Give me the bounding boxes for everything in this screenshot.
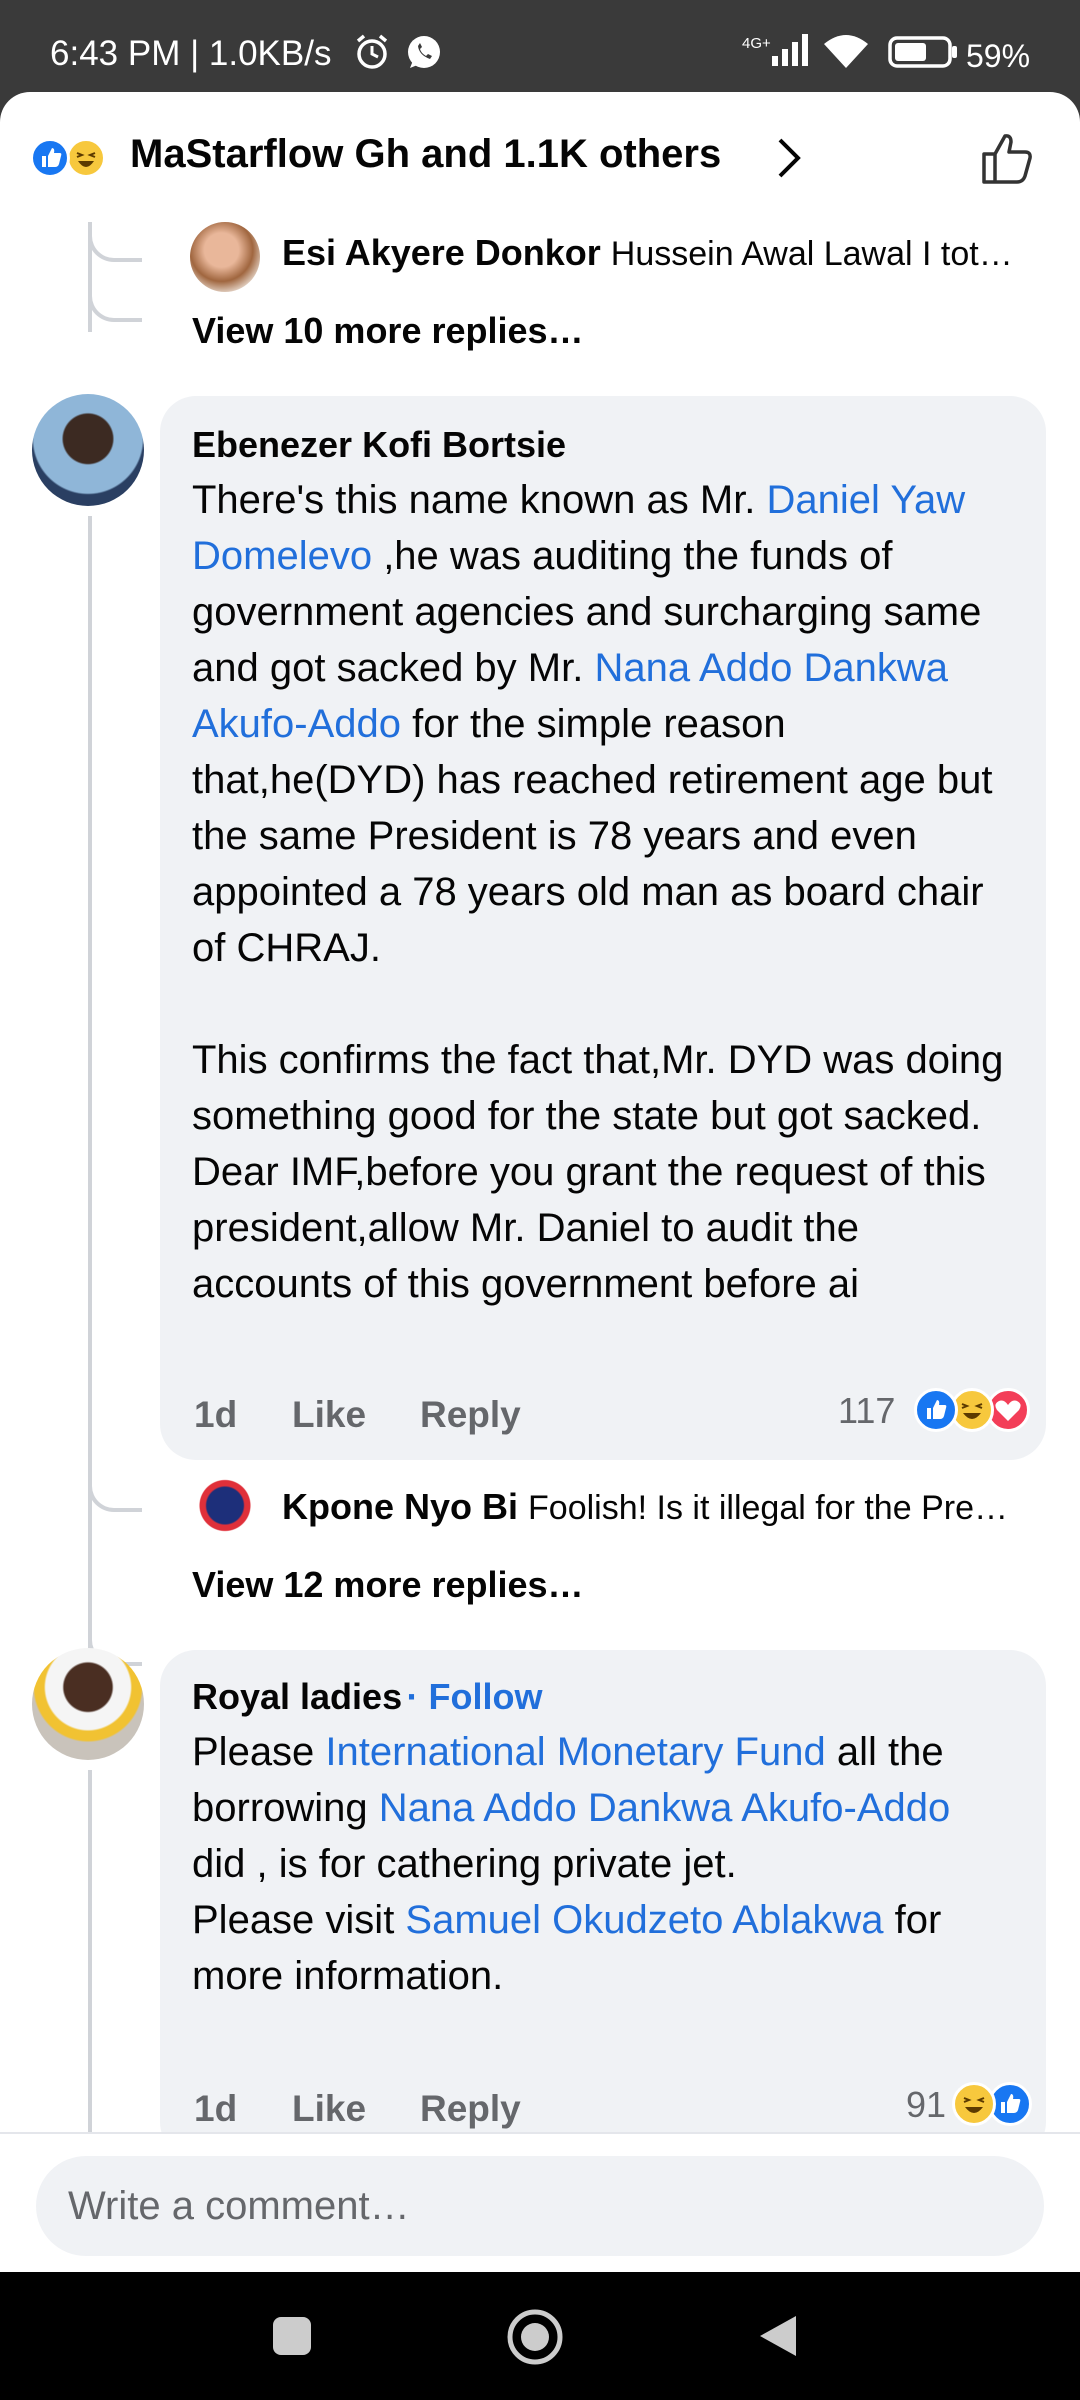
- comment-time: 1d: [194, 2088, 238, 2129]
- comment-composer: [0, 2132, 1080, 2272]
- avatar[interactable]: [190, 222, 260, 292]
- view-more-replies-link[interactable]: View 12 more replies…: [192, 1564, 584, 1606]
- haha-reaction-icon: [66, 138, 106, 178]
- alarm-icon: [356, 34, 388, 69]
- like-button[interactable]: Like: [292, 2088, 366, 2130]
- reply-author: Kpone Nyo Bi: [282, 1486, 519, 1527]
- thread-connector: [88, 282, 142, 322]
- mention-link[interactable]: Nana Addo Dankwa Akufo-Addo: [379, 1786, 951, 1830]
- home-icon[interactable]: [506, 2308, 564, 2366]
- reactions-header[interactable]: MaStarflow Gh and 1.1K others: [0, 92, 1080, 222]
- avatar[interactable]: [190, 1474, 260, 1544]
- status-bar: 6:43 PM | 1.0KB/s 4G+ 59%: [0, 0, 1080, 96]
- comment-bubble[interactable]: Ebenezer Kofi Bortsie There's this name …: [160, 396, 1046, 1460]
- comments-sheet: MaStarflow Gh and 1.1K others Esi Akyere…: [0, 92, 1080, 2272]
- like-button[interactable]: Like: [292, 1394, 366, 1436]
- reply-snippet: Hussein Awal Lawal I tot…: [610, 235, 1013, 273]
- comment-time: 1d: [194, 1394, 238, 1435]
- like-reaction-icon: [30, 138, 70, 178]
- like-reaction-icon: [914, 1388, 958, 1432]
- comment-input[interactable]: [36, 2156, 1044, 2256]
- thumbs-up-icon[interactable]: [978, 128, 1038, 188]
- avatar[interactable]: [32, 1648, 144, 1760]
- comment-author[interactable]: Ebenezer Kofi Bortsie: [192, 424, 566, 466]
- status-time: 6:43 PM | 1.0KB/s: [50, 34, 332, 73]
- recents-icon[interactable]: [270, 2314, 314, 2358]
- network-type: 4G+: [742, 35, 771, 52]
- reply-button[interactable]: Reply: [420, 2088, 521, 2130]
- reply-author: Esi Akyere Donkor: [282, 232, 601, 273]
- thread-connector: [88, 222, 142, 262]
- phone-screen: { "status_bar": { "time": "6:43 PM | 1.0…: [0, 0, 1080, 2400]
- reply-preview[interactable]: Kpone Nyo Bi Foolish! Is it illegal for t…: [282, 1486, 1008, 1528]
- chevron-right-icon[interactable]: [770, 134, 810, 182]
- battery-percent: 59%: [966, 38, 1031, 74]
- thread-line: [88, 1770, 92, 2132]
- comment-text: Please International Monetary Fund all t…: [192, 1730, 951, 1998]
- reply-snippet: Foolish! Is it illegal for the Pre…: [528, 1489, 1008, 1527]
- whatsapp-icon: [408, 36, 440, 68]
- reply-preview[interactable]: Esi Akyere Donkor Hussein Awal Lawal I to…: [282, 232, 1013, 274]
- avatar[interactable]: [32, 394, 144, 506]
- wifi-icon: [824, 35, 868, 68]
- reply-button[interactable]: Reply: [420, 1394, 521, 1436]
- comment-author[interactable]: Royal ladies: [192, 1676, 402, 1717]
- reactions-summary[interactable]: MaStarflow Gh and 1.1K others: [130, 132, 721, 177]
- reaction-count[interactable]: 91: [906, 2084, 946, 2126]
- view-more-replies-link[interactable]: View 10 more replies…: [192, 310, 584, 352]
- reaction-count[interactable]: 117: [838, 1390, 895, 1432]
- thread-connector: [88, 1472, 142, 1512]
- signal-icon: [772, 34, 808, 66]
- back-icon[interactable]: [756, 2312, 800, 2360]
- system-nav-bar: [0, 2272, 1080, 2400]
- comment-header: Royal ladies · Follow: [192, 1676, 543, 1718]
- battery-icon: [888, 36, 957, 68]
- comment-text: There's this name known as Mr. Daniel Ya…: [192, 478, 1004, 1306]
- haha-reaction-icon: [952, 2082, 996, 2126]
- follow-button[interactable]: · Follow: [407, 1676, 543, 1717]
- comment-bubble[interactable]: Royal ladies · Follow Please Internation…: [160, 1650, 1046, 2158]
- mention-link[interactable]: International Monetary Fund: [325, 1730, 825, 1774]
- mention-link[interactable]: Samuel Okudzeto Ablakwa: [405, 1898, 883, 1942]
